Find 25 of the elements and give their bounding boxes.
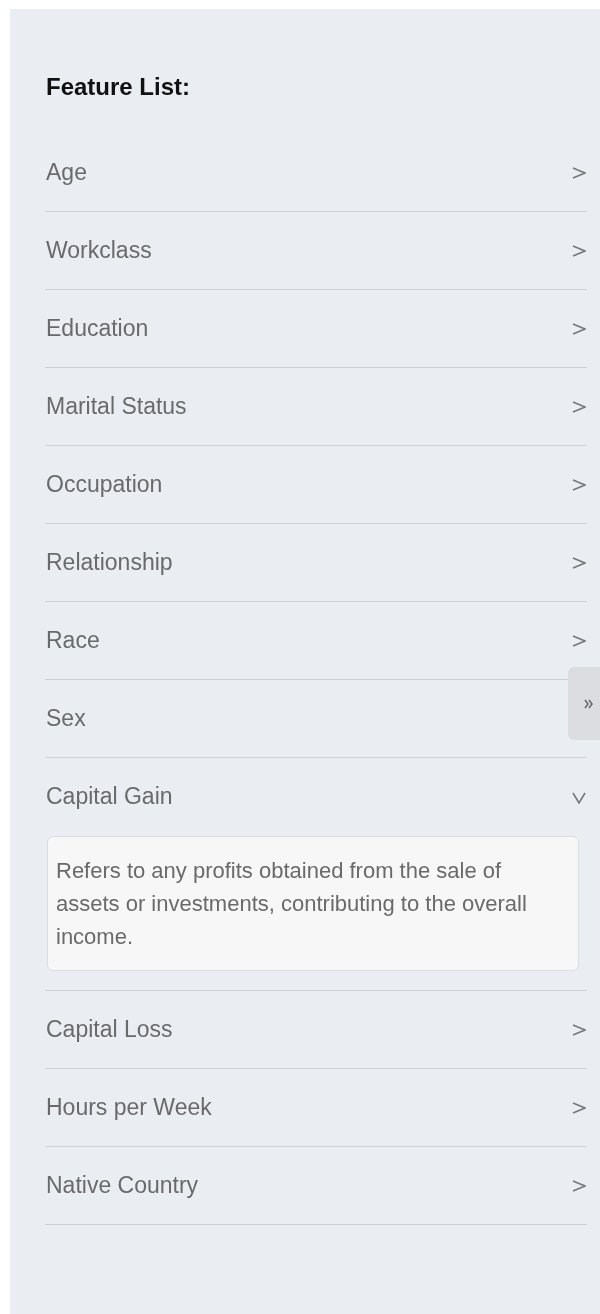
chevron-right-icon[interactable] <box>572 320 586 337</box>
chevron-right-icon[interactable] <box>572 554 586 571</box>
chevron-right-icon[interactable] <box>572 1099 586 1116</box>
chevron-right-icon[interactable] <box>572 1177 586 1194</box>
chevron-right-icon[interactable] <box>572 164 586 181</box>
feature-item[interactable]: Marital Status <box>46 393 187 420</box>
double-chevron-icon <box>584 697 593 710</box>
feature-item[interactable]: Education <box>46 315 149 342</box>
feature-item[interactable]: Hours per Week <box>46 1094 212 1121</box>
chevron-right-icon[interactable] <box>572 632 586 649</box>
feature-item[interactable]: Age <box>46 159 87 186</box>
panel-title: Feature List: <box>46 73 191 101</box>
feature-item[interactable]: Sex <box>46 705 86 732</box>
feature-item[interactable]: Relationship <box>46 549 173 576</box>
feature-item[interactable]: Capital Loss <box>46 1016 173 1043</box>
feature-item[interactable]: Race <box>46 627 100 654</box>
feature-item[interactable]: Capital Gain <box>46 783 173 810</box>
feature-item[interactable]: Native Country <box>46 1172 199 1199</box>
feature-item[interactable]: Workclass <box>46 237 152 264</box>
feature-description: Refers to any profits obtained from the sale of assets or investments, contributing to the overall income. <box>47 836 579 971</box>
chevron-right-icon[interactable] <box>572 242 586 259</box>
chevron-right-icon[interactable] <box>572 1021 586 1038</box>
feature-item[interactable]: Occupation <box>46 471 163 498</box>
chevron-right-icon[interactable] <box>572 398 586 415</box>
chevron-right-icon[interactable] <box>572 476 586 493</box>
